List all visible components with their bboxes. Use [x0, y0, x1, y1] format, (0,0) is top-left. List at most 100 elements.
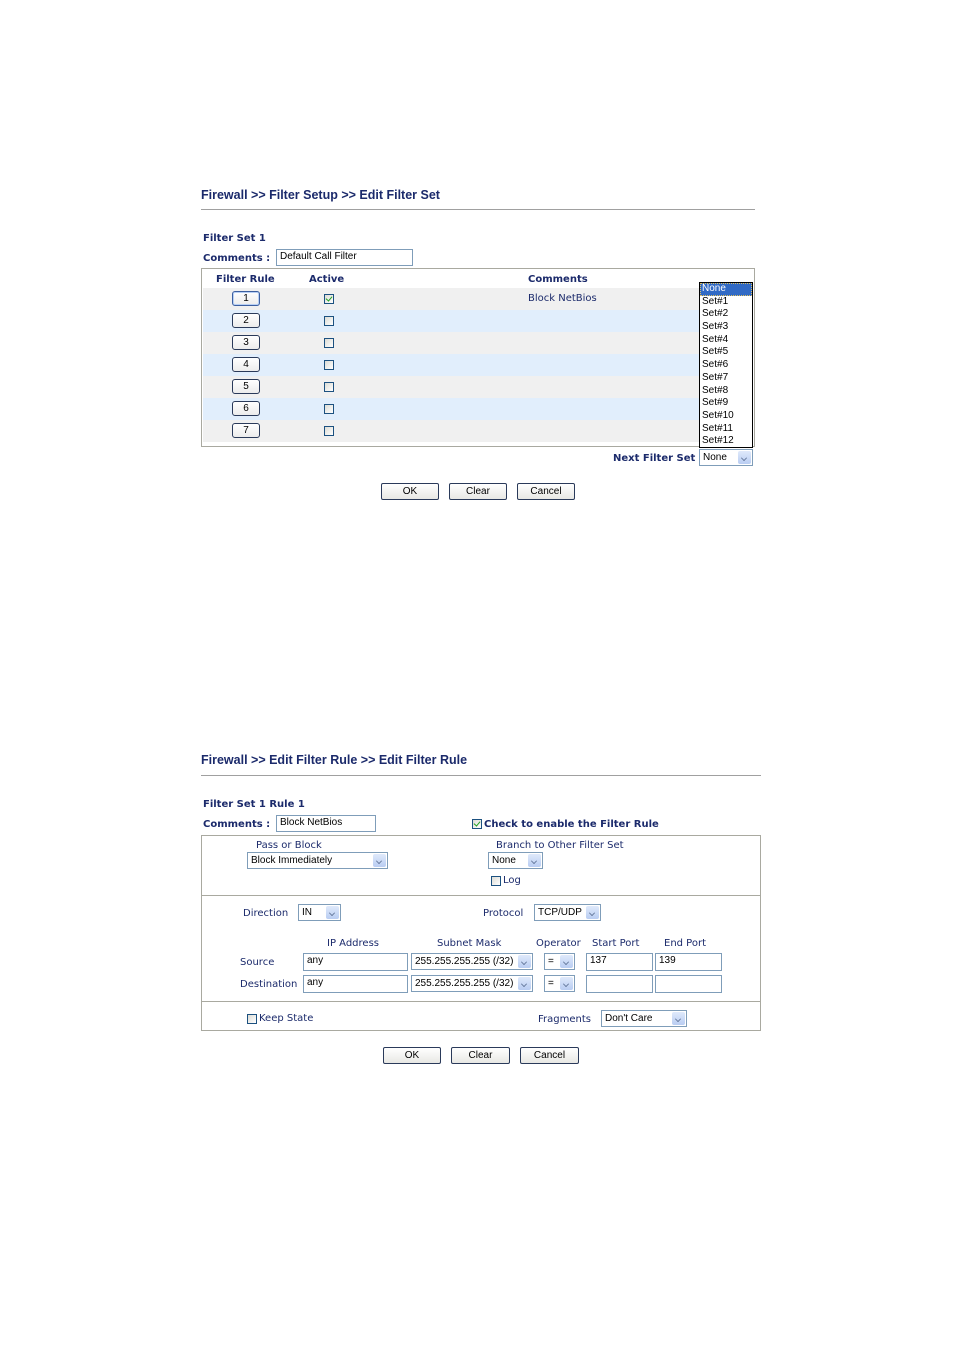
chevron-down-icon[interactable]: [586, 906, 599, 919]
fragments-value: Don't Care: [605, 1013, 653, 1024]
chevron-down-icon[interactable]: [560, 955, 573, 968]
comments-input[interactable]: Block NetBios: [276, 815, 376, 832]
active-checkbox-7[interactable]: [324, 426, 334, 436]
log-label: Log: [503, 875, 521, 886]
destination-start-port-input[interactable]: [586, 975, 653, 993]
next-filter-set-dropdown-list[interactable]: None Set#1 Set#2 Set#3 Set#4 Set#5 Set#6…: [699, 282, 753, 448]
chevron-down-icon[interactable]: [518, 977, 531, 990]
protocol-label: Protocol: [483, 908, 524, 919]
source-operator-value: =: [548, 956, 554, 967]
rule-button-1[interactable]: 1: [232, 291, 260, 306]
active-checkbox-5[interactable]: [324, 382, 334, 392]
enable-rule-label: Check to enable the Filter Rule: [484, 819, 659, 830]
rule-button-4[interactable]: 4: [232, 357, 260, 372]
source-start-port-input[interactable]: 137: [586, 953, 653, 971]
rule-comment-1: Block NetBios: [528, 293, 597, 304]
source-operator-select[interactable]: =: [544, 953, 575, 970]
direction-select[interactable]: IN: [298, 904, 341, 921]
filter-set-title: Filter Set 1: [203, 233, 266, 244]
dropdown-option[interactable]: Set#3: [700, 321, 752, 334]
branch-value: None: [492, 855, 516, 866]
clear-button[interactable]: Clear: [451, 1047, 510, 1064]
active-checkbox-2[interactable]: [324, 316, 334, 326]
cancel-button[interactable]: Cancel: [517, 483, 575, 500]
operator-header: Operator: [536, 938, 581, 949]
destination-operator-value: =: [548, 978, 554, 989]
log-checkbox[interactable]: [491, 876, 501, 886]
next-filter-set-label: Next Filter Set: [613, 453, 696, 464]
table-row: 6: [203, 398, 753, 420]
pass-or-block-select[interactable]: Block Immediately: [247, 852, 388, 869]
rule-button-3[interactable]: 3: [232, 335, 260, 350]
dropdown-option[interactable]: Set#4: [700, 334, 752, 347]
direction-label: Direction: [243, 908, 289, 919]
destination-operator-select[interactable]: =: [544, 975, 575, 992]
source-mask-value: 255.255.255.255 (/32): [415, 956, 514, 967]
rule-button-2[interactable]: 2: [232, 313, 260, 328]
clear-button[interactable]: Clear: [449, 483, 507, 500]
chevron-down-icon[interactable]: [738, 451, 751, 464]
dropdown-option[interactable]: Set#11: [700, 423, 752, 436]
source-mask-select[interactable]: 255.255.255.255 (/32): [411, 953, 533, 970]
dropdown-option[interactable]: Set#10: [700, 410, 752, 423]
rule-title: Filter Set 1 Rule 1: [203, 799, 305, 810]
rule-button-6[interactable]: 6: [232, 401, 260, 416]
dropdown-option[interactable]: Set#9: [700, 397, 752, 410]
source-end-port-input[interactable]: 139: [655, 953, 722, 971]
keep-state-checkbox[interactable]: [247, 1014, 257, 1024]
dropdown-option[interactable]: Set#6: [700, 359, 752, 372]
table-row: 3: [203, 332, 753, 354]
dropdown-option[interactable]: Set#8: [700, 385, 752, 398]
rule-settings-box: Pass or Block Block Immediately Branch t…: [201, 835, 761, 1031]
ok-button[interactable]: OK: [381, 483, 439, 500]
active-checkbox-4[interactable]: [324, 360, 334, 370]
dropdown-option[interactable]: Set#12: [700, 435, 752, 448]
comments-label: Comments :: [203, 253, 271, 264]
protocol-select[interactable]: TCP/UDP: [534, 904, 601, 921]
fragments-select[interactable]: Don't Care: [601, 1010, 687, 1027]
pass-or-block-value: Block Immediately: [251, 855, 333, 866]
section-divider: [202, 1001, 760, 1002]
dropdown-option[interactable]: None: [700, 283, 752, 296]
branch-label: Branch to Other Filter Set: [496, 840, 624, 851]
start-port-header: Start Port: [592, 938, 640, 949]
dropdown-option[interactable]: Set#7: [700, 372, 752, 385]
next-filter-set-select[interactable]: None: [699, 449, 753, 466]
ok-button[interactable]: OK: [383, 1047, 441, 1064]
fragments-label: Fragments: [538, 1014, 591, 1025]
comments-input[interactable]: Default Call Filter: [276, 249, 413, 266]
rule-button-7[interactable]: 7: [232, 423, 260, 438]
active-checkbox-1[interactable]: [324, 294, 334, 304]
end-port-header: End Port: [664, 938, 707, 949]
active-checkbox-3[interactable]: [324, 338, 334, 348]
filter-rule-table: Filter Rule Active Comments 1 Block NetB…: [201, 268, 755, 447]
rule-button-5[interactable]: 5: [232, 379, 260, 394]
subnet-mask-header: Subnet Mask: [437, 938, 502, 949]
header-comments: Comments: [528, 274, 588, 285]
destination-end-port-input[interactable]: [655, 975, 722, 993]
enable-rule-checkbox[interactable]: [472, 819, 482, 829]
dropdown-option[interactable]: Set#1: [700, 296, 752, 309]
active-checkbox-6[interactable]: [324, 404, 334, 414]
source-ip-input[interactable]: any: [303, 953, 408, 971]
next-filter-set-value: None: [703, 452, 727, 463]
destination-mask-select[interactable]: 255.255.255.255 (/32): [411, 975, 533, 992]
chevron-down-icon[interactable]: [672, 1012, 685, 1025]
chevron-down-icon[interactable]: [528, 854, 541, 867]
chevron-down-icon[interactable]: [326, 906, 339, 919]
destination-ip-input[interactable]: any: [303, 975, 408, 993]
cancel-button[interactable]: Cancel: [520, 1047, 579, 1064]
table-row: 4: [203, 354, 753, 376]
section-divider: [202, 895, 760, 896]
table-row: 2: [203, 310, 753, 332]
branch-select[interactable]: None: [488, 852, 543, 869]
header-active: Active: [309, 274, 345, 285]
dropdown-option[interactable]: Set#5: [700, 346, 752, 359]
destination-mask-value: 255.255.255.255 (/32): [415, 978, 514, 989]
table-row: 5: [203, 376, 753, 398]
chevron-down-icon[interactable]: [518, 955, 531, 968]
chevron-down-icon[interactable]: [560, 977, 573, 990]
dropdown-option[interactable]: Set#2: [700, 308, 752, 321]
destination-label: Destination: [240, 979, 298, 990]
chevron-down-icon[interactable]: [373, 854, 386, 867]
